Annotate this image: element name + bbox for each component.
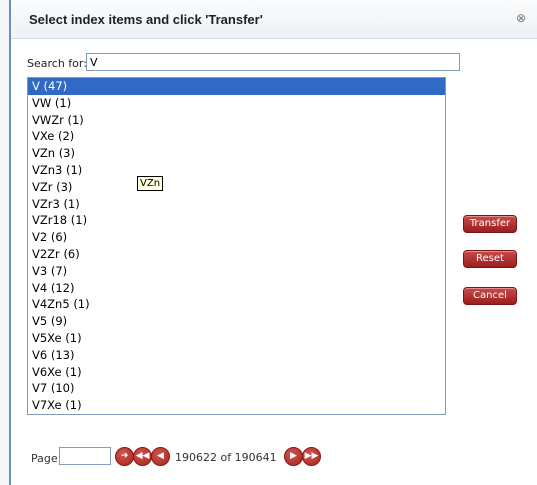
list-item[interactable]: VZr3 (1) <box>28 196 445 213</box>
list-item[interactable]: VW (1) <box>28 95 445 112</box>
list-item[interactable]: V4 (12) <box>28 280 445 297</box>
dialog-window: Select index items and click 'Transfer' … <box>0 0 537 485</box>
list-item[interactable]: VZr18 (1) <box>28 212 445 229</box>
background-strip <box>0 0 9 485</box>
list-item[interactable]: V2Zr (6) <box>28 246 445 263</box>
list-item[interactable]: VZn (3) <box>28 145 445 162</box>
cancel-button[interactable]: Cancel <box>463 287 517 305</box>
transfer-button[interactable]: Transfer <box>463 215 517 233</box>
tooltip: VZn <box>137 176 164 191</box>
page-label: Page <box>31 452 58 465</box>
list-item[interactable]: VZn3 (1) <box>28 162 445 179</box>
list-item[interactable]: VZr (3) <box>28 179 445 196</box>
list-item[interactable]: V5 (9) <box>28 313 445 330</box>
list-item[interactable]: V6Xe (1) <box>28 364 445 381</box>
list-item[interactable]: V7Xe (1) <box>28 397 445 414</box>
list-item[interactable]: V4Zn5 (1) <box>28 296 445 313</box>
first-page-icon[interactable]: ◀◀ <box>133 447 152 466</box>
page-number-input[interactable] <box>59 447 111 465</box>
list-item[interactable]: V3 (7) <box>28 263 445 280</box>
reset-button[interactable]: Reset <box>463 250 517 268</box>
list-item[interactable]: VWZr (1) <box>28 112 445 129</box>
list-item[interactable]: V (47) <box>28 78 445 95</box>
list-item[interactable]: V6 (13) <box>28 347 445 364</box>
dialog-left-border <box>9 0 11 485</box>
list-item[interactable]: V5Xe (1) <box>28 330 445 347</box>
search-label: Search for: <box>27 57 87 70</box>
last-page-icon[interactable]: ▶▶ <box>302 447 321 466</box>
previous-page-icon[interactable]: ◀ <box>151 447 170 466</box>
list-item[interactable]: V2 (6) <box>28 229 445 246</box>
list-item[interactable]: V7 (10) <box>28 380 445 397</box>
page-status: 190622 of 190641 <box>175 451 277 464</box>
index-listbox[interactable]: V (47) VW (1) VWZr (1) VXe (2) VZn (3) VZn3 (… <box>27 77 446 415</box>
search-input[interactable] <box>86 53 460 71</box>
dialog-titlebar: Select index items and click 'Transfer' … <box>11 0 537 39</box>
next-page-icon[interactable]: ▶ <box>284 447 303 466</box>
dialog-title: Select index items and click 'Transfer' <box>29 12 263 27</box>
close-icon[interactable]: ⊗ <box>514 11 528 25</box>
list-item[interactable]: VXe (2) <box>28 128 445 145</box>
arrow-right-circle-icon[interactable]: ➜ <box>115 447 134 466</box>
